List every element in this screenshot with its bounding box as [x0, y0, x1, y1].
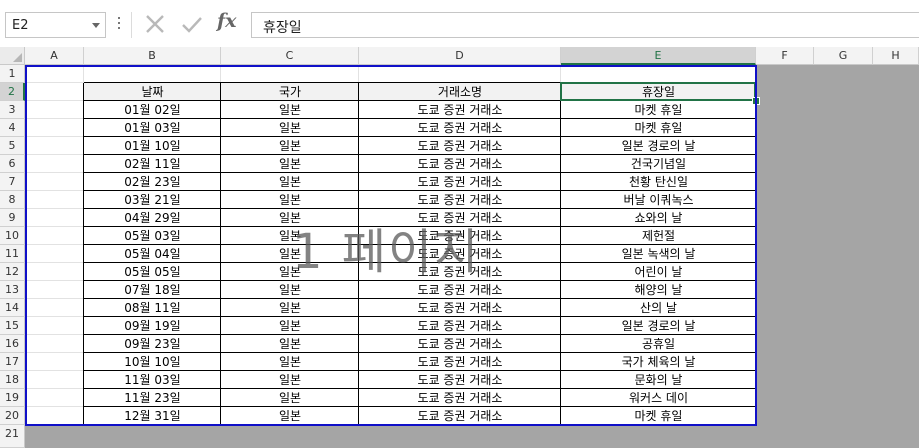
column-header-b[interactable]: B: [84, 47, 221, 65]
outside-print-area: [756, 65, 919, 448]
row-header-1[interactable]: 1: [0, 65, 25, 83]
name-box[interactable]: E2: [5, 12, 106, 38]
row-header-6[interactable]: 6: [0, 155, 25, 173]
row-header-18[interactable]: 18: [0, 371, 25, 389]
column-header-d[interactable]: D: [359, 47, 561, 65]
column-header-e[interactable]: E: [561, 47, 756, 65]
chevron-down-icon[interactable]: [92, 23, 100, 28]
formula-text: 휴장일: [263, 20, 302, 36]
drag-handle-icon[interactable]: [117, 14, 121, 32]
row-header-9[interactable]: 9: [0, 209, 25, 227]
page-watermark: 1 페이지: [292, 224, 481, 280]
row-header-15[interactable]: 15: [0, 317, 25, 335]
row-header-7[interactable]: 7: [0, 173, 25, 191]
row-header-2[interactable]: 2: [0, 83, 25, 101]
row-header-3[interactable]: 3: [0, 101, 25, 119]
row-header-11[interactable]: 11: [0, 245, 25, 263]
column-header-h[interactable]: H: [873, 47, 919, 65]
column-header-f[interactable]: F: [756, 47, 814, 65]
column-header-c[interactable]: C: [221, 47, 359, 65]
row-header-19[interactable]: 19: [0, 389, 25, 407]
row-header-5[interactable]: 5: [0, 137, 25, 155]
row-header-20[interactable]: 20: [0, 407, 25, 425]
column-header-g[interactable]: G: [814, 47, 873, 65]
row-header-8[interactable]: 8: [0, 191, 25, 209]
row-header-4[interactable]: 4: [0, 119, 25, 137]
row-header-10[interactable]: 10: [0, 227, 25, 245]
row-header-16[interactable]: 16: [0, 335, 25, 353]
divider: [131, 12, 132, 38]
close-icon[interactable]: [143, 11, 167, 37]
formula-bar: E2 fx 휴장일: [0, 0, 919, 48]
row-header-12[interactable]: 12: [0, 263, 25, 281]
row-header-14[interactable]: 14: [0, 299, 25, 317]
row-header-13[interactable]: 13: [0, 281, 25, 299]
name-box-value: E2: [12, 18, 29, 33]
fx-icon[interactable]: fx: [217, 10, 237, 32]
select-all-button[interactable]: [0, 47, 25, 65]
formula-input[interactable]: 휴장일: [251, 12, 919, 38]
row-header-21[interactable]: 21: [0, 425, 25, 448]
check-icon[interactable]: [180, 12, 204, 38]
outside-print-area: [25, 425, 756, 448]
column-header-a[interactable]: A: [25, 47, 84, 65]
row-header-17[interactable]: 17: [0, 353, 25, 371]
